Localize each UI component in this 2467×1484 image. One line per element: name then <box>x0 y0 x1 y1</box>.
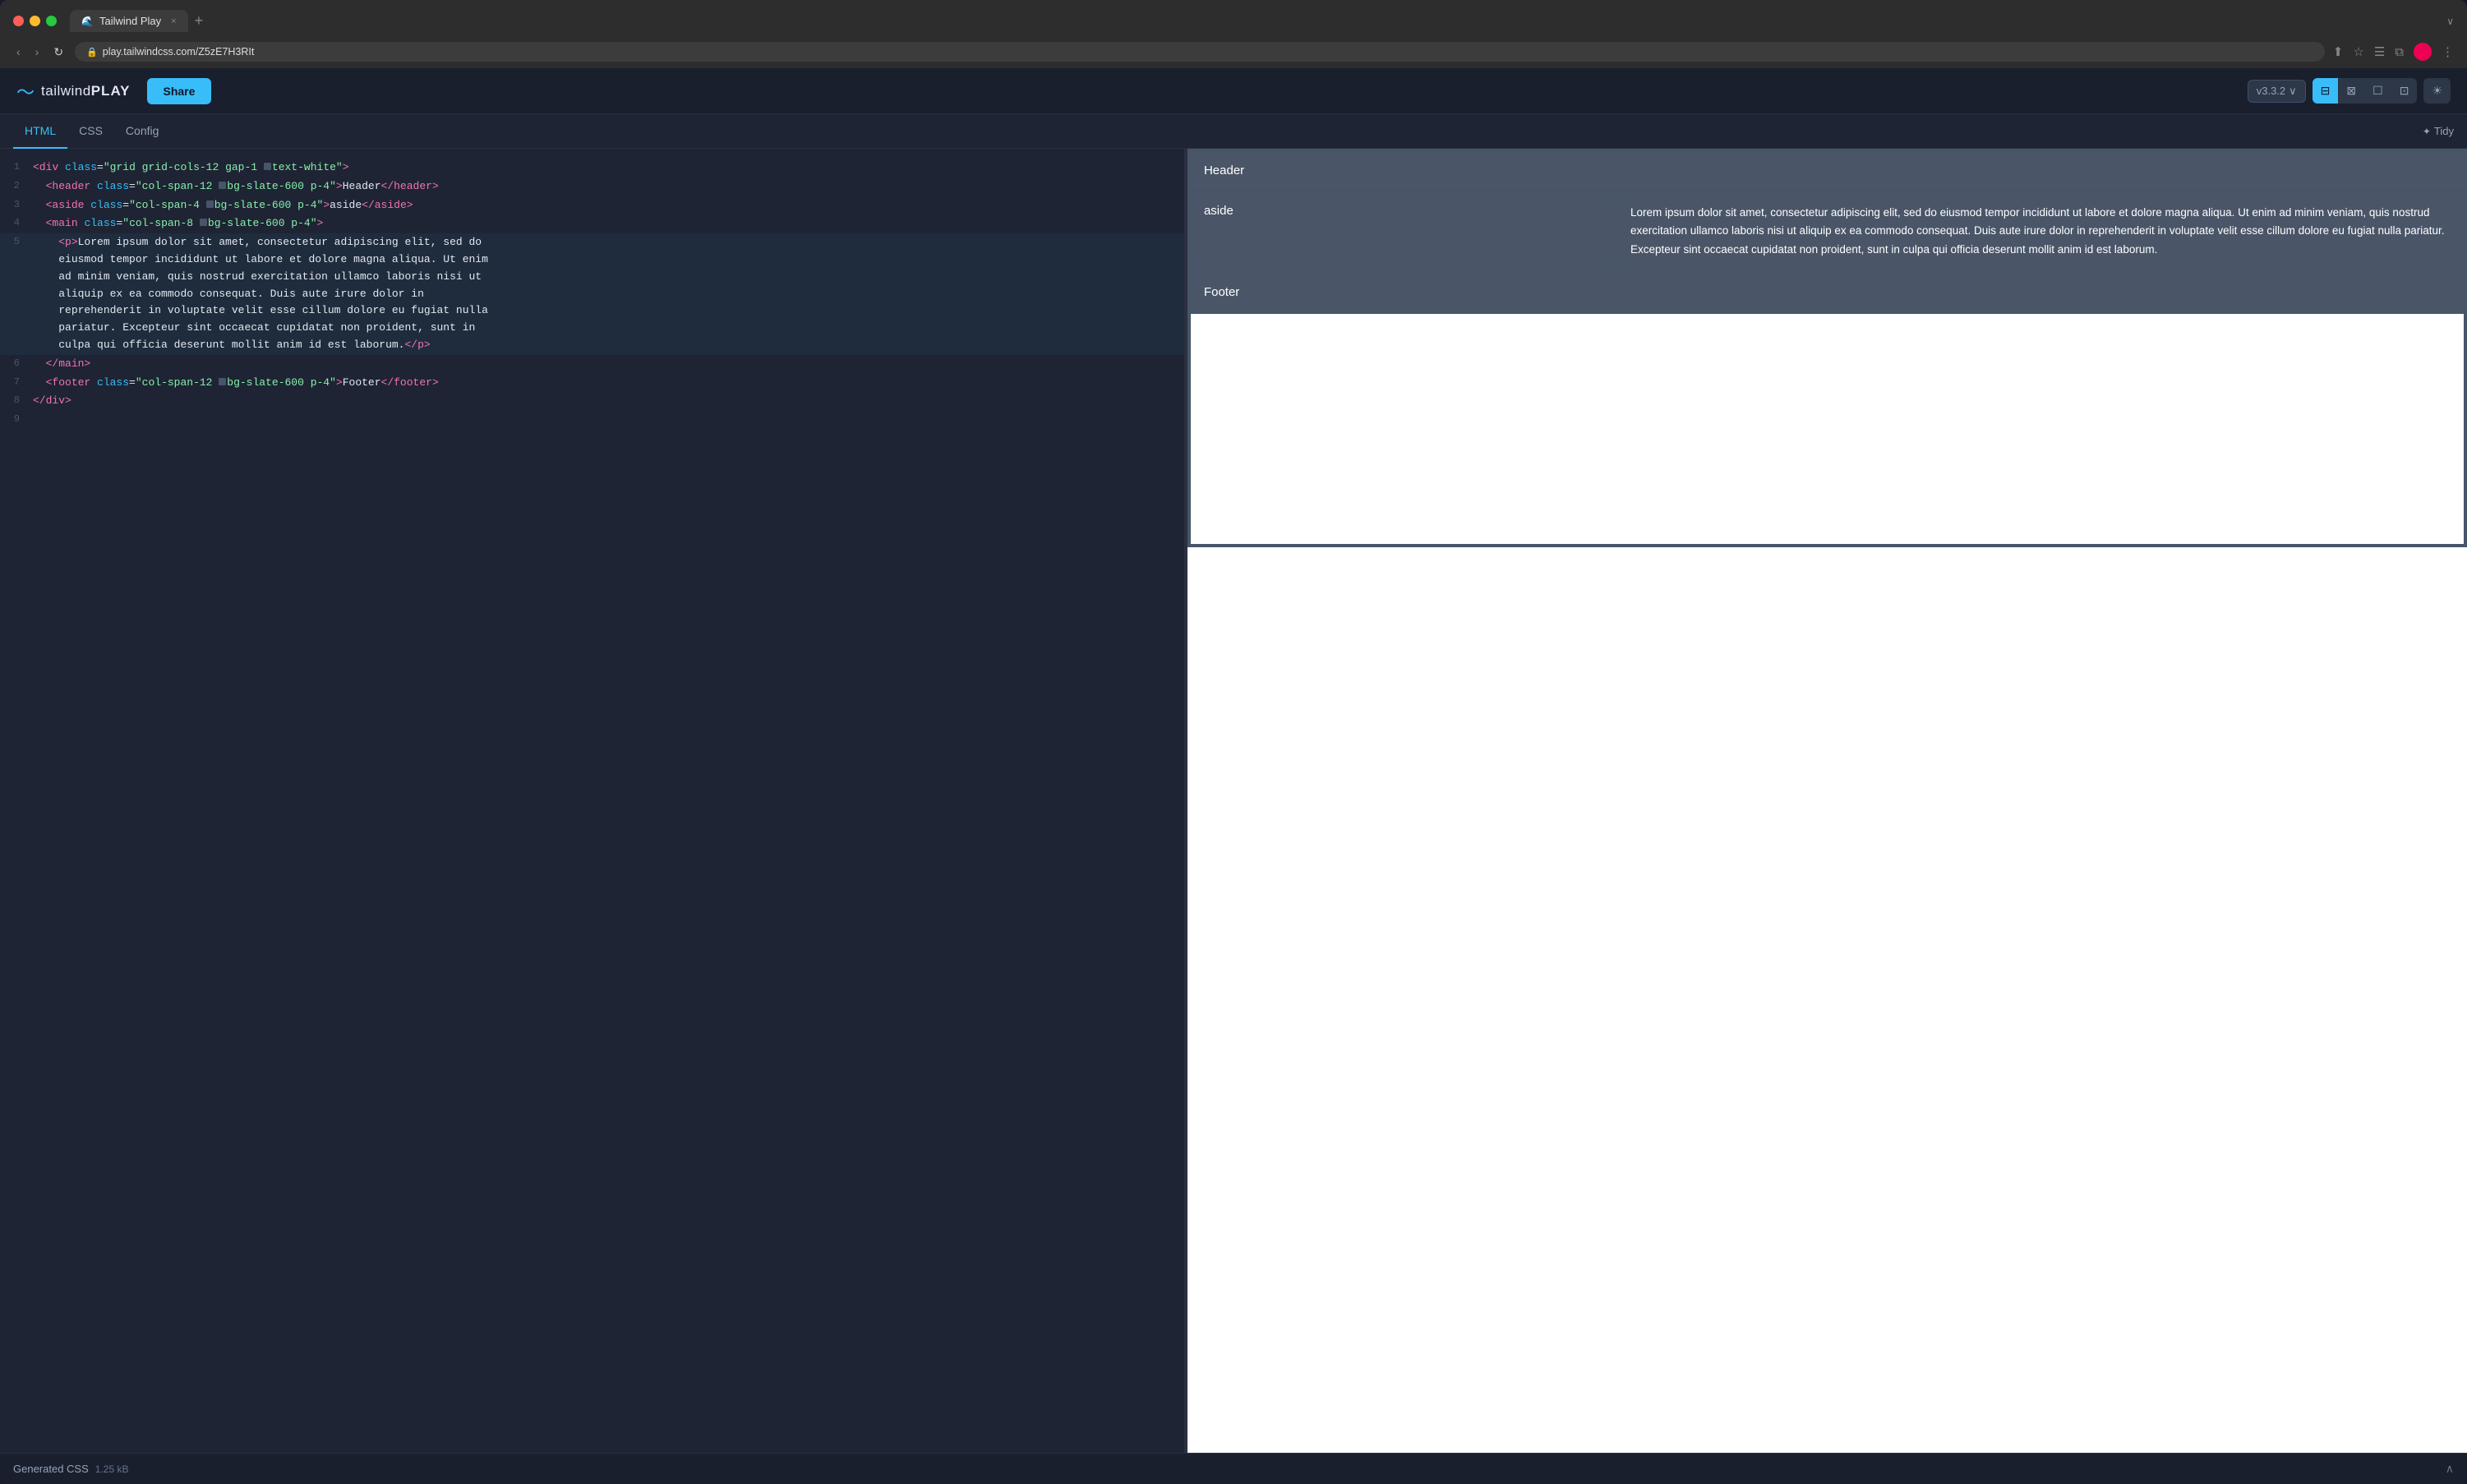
sidebar-toggle-icon[interactable]: ⧉ <box>2395 45 2404 59</box>
code-editor[interactable]: 1 <div class="grid grid-cols-12 gap-1 te… <box>0 149 1184 1453</box>
code-line-2: 2 <header class="col-span-12 bg-slate-60… <box>0 177 1184 196</box>
minimize-button[interactable] <box>30 16 40 26</box>
code-line-6: 6 </main> <box>0 355 1184 374</box>
css-bar[interactable]: Generated CSS 1.25 kB ∧ <box>0 1453 2467 1484</box>
preview-aside: aside <box>1191 192 1614 270</box>
bookmark-icon[interactable]: ☆ <box>2353 44 2363 59</box>
code-line-7: 7 <footer class="col-span-12 bg-slate-60… <box>0 374 1184 393</box>
user-avatar[interactable] <box>2414 43 2432 61</box>
tab-config-label: Config <box>126 124 159 137</box>
tab-favicon-icon: 🌊 <box>81 16 93 27</box>
browser-tab[interactable]: 🌊 Tailwind Play × <box>70 10 188 32</box>
logo-area: 〜 tailwindPLAY <box>16 78 131 104</box>
header-right: v3.3.2 ∨ ⊟ ⊠ ☐ ⊡ ☀ <box>2248 78 2451 104</box>
window-controls[interactable]: ∨ <box>2446 16 2454 27</box>
menu-icon[interactable]: ⋮ <box>2442 44 2454 59</box>
code-line-9: 9 <box>0 411 1184 428</box>
version-chevron-icon: ∨ <box>2289 85 2297 98</box>
tab-html-label: HTML <box>25 124 56 137</box>
tab-title: Tailwind Play <box>99 15 161 27</box>
layout-split-vertical-button[interactable]: ⊟ <box>2313 78 2339 104</box>
theme-toggle-button[interactable]: ☀ <box>2423 78 2451 104</box>
preview-content: Header aside Lorem ipsum dolor sit amet,… <box>1187 149 2467 547</box>
tailwind-logo-icon: 〜 <box>16 78 35 104</box>
tab-config[interactable]: Config <box>114 114 170 149</box>
layout-buttons: ⊟ ⊠ ☐ ⊡ <box>2313 78 2418 104</box>
preview-aside-text: aside <box>1204 204 1234 218</box>
tab-html[interactable]: HTML <box>13 114 67 149</box>
tab-css[interactable]: CSS <box>67 114 114 149</box>
browser-actions: ⬆ ☆ ☰ ⧉ ⋮ <box>2333 43 2454 61</box>
code-line-5: 5 <p>Lorem ipsum dolor sit amet, consect… <box>0 233 1184 355</box>
preview-iframe[interactable]: Header aside Lorem ipsum dolor sit amet,… <box>1187 149 2467 1453</box>
preview-panel: Header aside Lorem ipsum dolor sit amet,… <box>1187 149 2467 1453</box>
preview-header-text: Header <box>1204 164 1244 177</box>
version-text: v3.3.2 <box>2257 85 2285 97</box>
css-bar-toggle-icon[interactable]: ∧ <box>2446 1462 2454 1476</box>
code-line-1: 1 <div class="grid grid-cols-12 gap-1 te… <box>0 159 1184 177</box>
back-button[interactable]: ‹ <box>13 44 24 60</box>
forward-button[interactable]: › <box>32 44 43 60</box>
layout-editor-button[interactable]: ⊡ <box>2391 78 2418 104</box>
lock-icon: 🔒 <box>86 47 98 58</box>
title-bar: 🌊 Tailwind Play × + ∨ <box>0 0 2467 39</box>
app-header: 〜 tailwindPLAY Share v3.3.2 ∨ ⊟ ⊠ ☐ ⊡ ☀ <box>0 68 2467 114</box>
refresh-button[interactable]: ↻ <box>50 44 67 61</box>
maximize-button[interactable] <box>46 16 57 26</box>
logo-text: tailwindPLAY <box>41 83 130 99</box>
preview-footer: Footer <box>1191 274 2464 311</box>
css-bar-info: Generated CSS 1.25 kB <box>13 1463 128 1475</box>
logo-plain: tailwind <box>41 83 91 99</box>
code-line-3: 3 <aside class="col-span-4 bg-slate-600 … <box>0 196 1184 215</box>
version-badge[interactable]: v3.3.2 ∨ <box>2248 80 2306 103</box>
reading-list-icon[interactable]: ☰ <box>2374 44 2385 59</box>
main-content: 1 <div class="grid grid-cols-12 gap-1 te… <box>0 149 2467 1453</box>
tidy-button[interactable]: ✦ Tidy <box>2423 125 2454 137</box>
preview-footer-text: Footer <box>1204 285 1239 299</box>
code-line-8: 8 </div> <box>0 392 1184 411</box>
layout-preview-button[interactable]: ☐ <box>2364 78 2391 104</box>
traffic-lights <box>13 16 57 26</box>
logo-bold: PLAY <box>91 83 131 99</box>
preview-main: Lorem ipsum dolor sit amet, consectetur … <box>1617 192 2464 270</box>
preview-header: Header <box>1191 152 2464 189</box>
tab-close-icon[interactable]: × <box>171 16 176 26</box>
preview-white-area <box>1191 314 2464 544</box>
address-bar: ‹ › ↻ 🔒 play.tailwindcss.com/Z5zE7H3RIt … <box>0 39 2467 68</box>
share-browser-icon[interactable]: ⬆ <box>2333 44 2344 59</box>
tab-css-label: CSS <box>79 124 103 137</box>
app-wrapper: 〜 tailwindPLAY Share v3.3.2 ∨ ⊟ ⊠ ☐ ⊡ ☀ … <box>0 68 2467 1484</box>
tidy-icon: ✦ <box>2423 126 2431 137</box>
editor-tabs: HTML CSS Config ✦ Tidy <box>0 114 2467 149</box>
tidy-label: Tidy <box>2434 125 2454 137</box>
close-button[interactable] <box>13 16 24 26</box>
share-button[interactable]: Share <box>147 78 212 104</box>
tab-bar: 🌊 Tailwind Play × + <box>70 10 2440 32</box>
preview-main-text: Lorem ipsum dolor sit amet, consectetur … <box>1630 206 2445 256</box>
css-bar-size: 1.25 kB <box>95 1463 129 1475</box>
new-tab-button[interactable]: + <box>188 12 210 30</box>
address-input[interactable]: 🔒 play.tailwindcss.com/Z5zE7H3RIt <box>75 42 2325 62</box>
browser-chrome: 🌊 Tailwind Play × + ∨ ‹ › ↻ 🔒 play.tailw… <box>0 0 2467 68</box>
preview-body-row: aside Lorem ipsum dolor sit amet, consec… <box>1191 192 2464 270</box>
code-line-4: 4 <main class="col-span-8 bg-slate-600 p… <box>0 214 1184 233</box>
layout-split-horizontal-button[interactable]: ⊠ <box>2338 78 2364 104</box>
css-bar-label: Generated CSS <box>13 1463 89 1475</box>
address-text: play.tailwindcss.com/Z5zE7H3RIt <box>103 46 255 58</box>
